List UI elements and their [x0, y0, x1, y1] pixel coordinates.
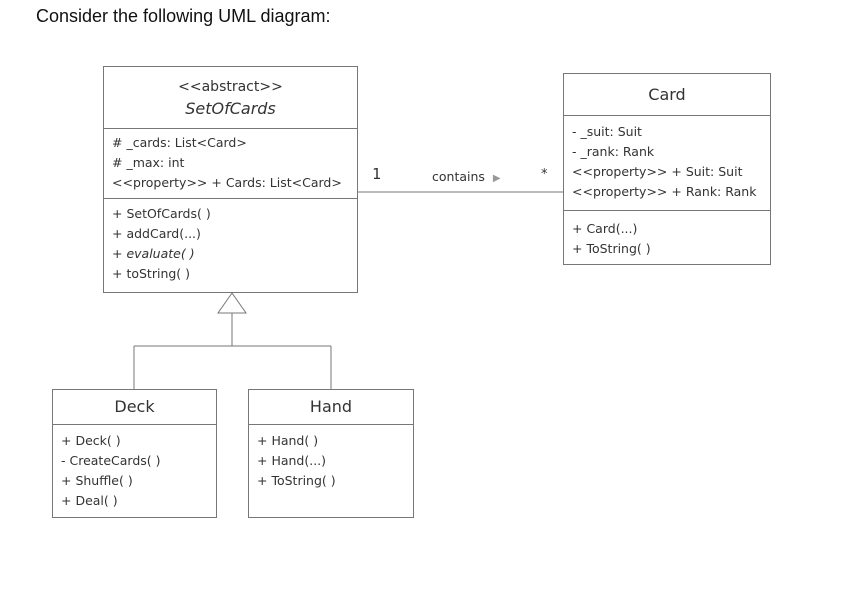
class-name: Card [648, 84, 686, 104]
method: + Deck( ) [61, 433, 121, 448]
method: + ToString( ) [572, 241, 651, 256]
attribute: # _max: int [112, 155, 185, 170]
method: + toString( ) [112, 266, 191, 281]
class-card[interactable]: Card - _suit: Suit - _rank: Rank <<prope… [563, 73, 771, 265]
method-abstract: + evaluate( ) [112, 246, 195, 261]
method: - CreateCards( ) [61, 453, 161, 468]
inheritance-triangle-icon [217, 292, 247, 314]
method: + Shuffle( ) [61, 473, 133, 488]
attribute: <<property>> + Suit: Suit [572, 164, 743, 179]
stereotype: <<abstract>> [178, 78, 283, 95]
methods-section: + Card(...) + ToString( ) [564, 211, 770, 263]
direction-arrow-icon: ▶ [492, 173, 501, 184]
attribute: <<property>> + Cards: List<Card> [112, 175, 342, 190]
class-header: Hand [249, 390, 413, 425]
class-hand[interactable]: Hand + Hand( ) + Hand(...) + ToString( ) [248, 389, 414, 518]
method: + ToString( ) [257, 473, 336, 488]
source-multiplicity: 1 [372, 165, 382, 183]
attributes-section: # _cards: List<Card> # _max: int <<prope… [104, 129, 357, 199]
method: + SetOfCards( ) [112, 206, 211, 221]
class-deck[interactable]: Deck + Deck( ) - CreateCards( ) + Shuffl… [52, 389, 217, 518]
class-header: <<abstract>> SetOfCards [104, 67, 357, 129]
methods-section: + SetOfCards( ) + addCard(...) + evaluat… [104, 199, 357, 288]
target-multiplicity: * [541, 167, 548, 182]
class-header: Deck [53, 390, 216, 425]
attribute: <<property>> + Rank: Rank [572, 184, 757, 199]
attributes-section: - _suit: Suit - _rank: Rank <<property>>… [564, 116, 770, 211]
association-label: contains ▶ [432, 169, 501, 184]
attribute: - _rank: Rank [572, 144, 655, 159]
association-label-text: contains [432, 169, 485, 184]
method: + Hand( ) [257, 433, 319, 448]
class-setofcards[interactable]: <<abstract>> SetOfCards # _cards: List<C… [103, 66, 358, 293]
method: + Deal( ) [61, 493, 118, 508]
method: + addCard(...) [112, 226, 201, 241]
method: + Card(...) [572, 221, 638, 236]
class-name: Hand [309, 397, 353, 416]
methods-section: + Deck( ) - CreateCards( ) + Shuffle( ) … [53, 425, 216, 515]
class-name: SetOfCards [185, 98, 276, 118]
attribute: # _cards: List<Card> [112, 135, 247, 150]
methods-section: + Hand( ) + Hand(...) + ToString( ) [249, 425, 413, 495]
class-name: Deck [114, 397, 155, 416]
class-header: Card [564, 74, 770, 116]
method: + Hand(...) [257, 453, 327, 468]
attribute: - _suit: Suit [572, 124, 642, 139]
